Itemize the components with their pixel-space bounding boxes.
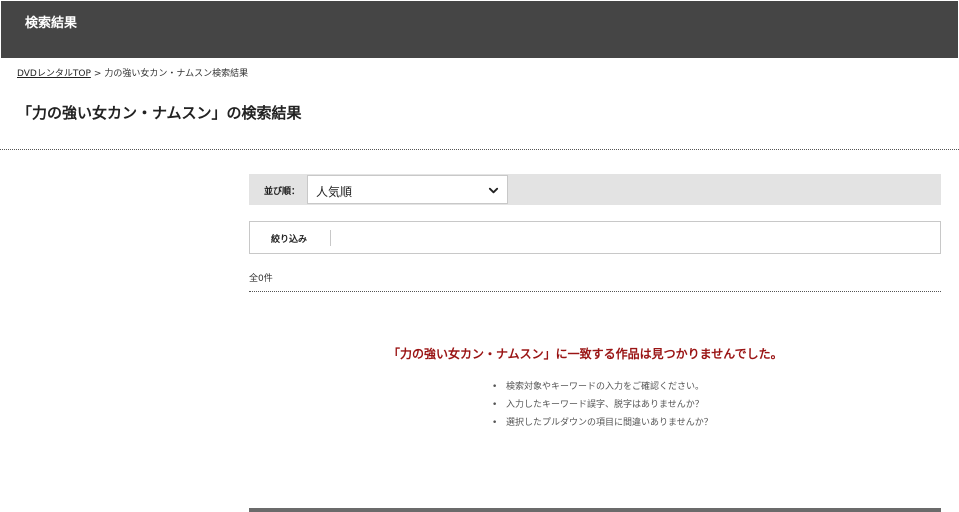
- result-count-divider: [249, 291, 941, 292]
- no-result-message: 「力の強い女カン・ナムスン」に一致する作品は見つかりませんでした。: [388, 347, 783, 361]
- sort-label: 並び順：: [264, 187, 301, 197]
- filter-toggle[interactable]: 絞り込み: [271, 232, 307, 245]
- no-result-tips: 検索対象やキーワードの入力をご確認ください。 入力したキーワード誤字、脱字はあり…: [492, 380, 713, 434]
- result-count: 全0件: [249, 274, 273, 284]
- header-bar: 検索結果: [1, 1, 958, 58]
- breadcrumb-separator: >: [93, 69, 102, 79]
- page-title: 「力の強い女カン・ナムスン」の検索結果: [17, 104, 302, 122]
- sort-select[interactable]: 人気順: [307, 175, 508, 204]
- sort-bar: 並び順： 人気順: [249, 174, 941, 205]
- breadcrumb: DVDレンタルTOP > 力の強い女カン・ナムスン検索結果: [17, 66, 248, 79]
- breadcrumb-current: 力の強い女カン・ナムスン検索結果: [104, 69, 249, 79]
- breadcrumb-home-link[interactable]: DVDレンタルTOP: [17, 69, 91, 79]
- section-divider: [0, 149, 959, 150]
- header-title: 検索結果: [25, 16, 78, 31]
- footer-bar: [249, 508, 941, 512]
- chevron-down-icon: [488, 187, 499, 194]
- sort-select-value: 人気順: [316, 185, 353, 199]
- tip-item: 選択したプルダウンの項目に間違いありませんか？: [492, 416, 713, 434]
- tip-item: 入力したキーワード誤字、脱字はありませんか？: [492, 398, 713, 416]
- filter-separator: [330, 230, 331, 246]
- filter-box: 絞り込み: [249, 221, 941, 254]
- tip-item: 検索対象やキーワードの入力をご確認ください。: [492, 380, 713, 398]
